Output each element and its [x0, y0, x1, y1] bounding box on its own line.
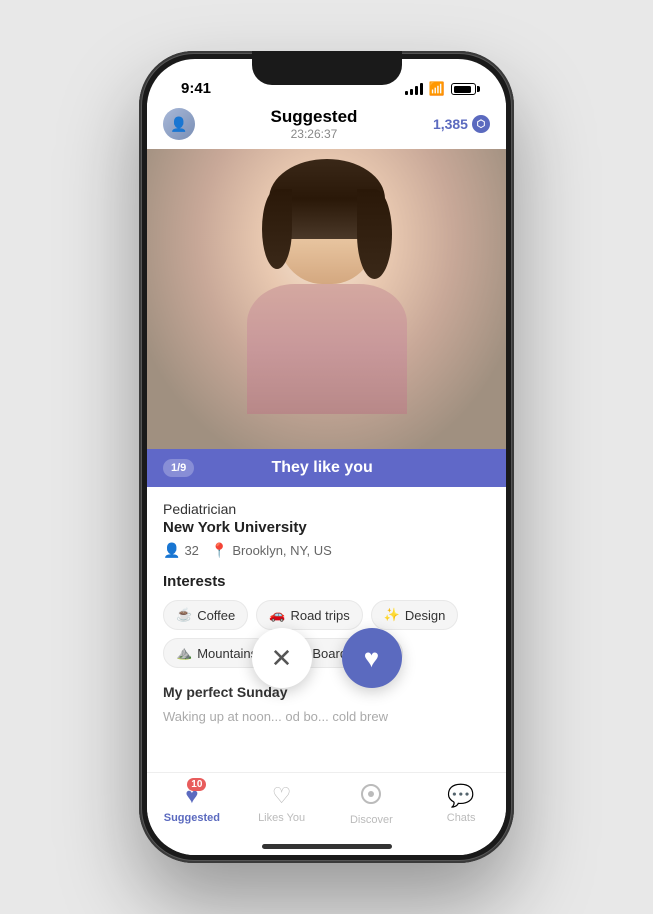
countdown-timer: 23:26:37	[271, 127, 358, 141]
signal-bars-icon	[405, 83, 423, 95]
like-banner: 1/9 They like you	[147, 449, 506, 487]
design-label: Design	[405, 608, 445, 623]
battery-icon	[451, 83, 476, 95]
roadtrips-emoji: 🚗	[269, 607, 285, 623]
chats-icon: 💬	[447, 783, 474, 809]
person-hair-right	[357, 189, 392, 279]
about-text: Waking up at noon... od bo... cold brew	[163, 707, 490, 727]
profile-image-container	[147, 149, 506, 449]
profession-label: Pediatrician	[163, 501, 490, 517]
content-area: 1/9 They like you Pediatrician New York …	[147, 149, 506, 818]
mountains-label: Mountains	[197, 646, 257, 661]
nav-item-suggested[interactable]: ♥ 10 Suggested	[147, 783, 237, 824]
nav-item-chats[interactable]: 💬 Chats	[416, 783, 506, 824]
home-indicator	[262, 844, 392, 849]
suggested-icon: ♥ 10	[185, 783, 198, 809]
pass-button[interactable]: ✕	[252, 628, 312, 688]
phone-frame: 9:41 📶 👤 Suggested 23:26:37 1,385	[139, 51, 514, 863]
roadtrips-label: Road trips	[290, 608, 349, 623]
wifi-icon: 📶	[429, 81, 445, 97]
status-time: 9:41	[181, 80, 211, 97]
coins-value: 1,385	[433, 116, 468, 132]
interest-tag-roadtrips: 🚗 Road trips	[256, 600, 362, 630]
location-value: Brooklyn, NY, US	[232, 543, 331, 558]
discover-icon	[360, 783, 382, 811]
app-header: 👤 Suggested 23:26:37 1,385 ⬡	[147, 103, 506, 149]
discover-label: Discover	[350, 814, 393, 826]
coins-display[interactable]: 1,385 ⬡	[433, 115, 490, 133]
phone-screen: 9:41 📶 👤 Suggested 23:26:37 1,385	[147, 59, 506, 855]
location-pin-icon: 📍	[211, 542, 228, 559]
person-hair-left	[262, 189, 292, 269]
interests-title: Interests	[163, 573, 490, 590]
page-title: Suggested	[271, 107, 358, 127]
profile-info: Pediatrician New York University 👤 32 📍 …	[147, 487, 506, 559]
nav-item-likes[interactable]: ♡ Likes You	[237, 783, 327, 824]
person-head	[277, 169, 377, 284]
interest-tag-coffee: ☕ Coffee	[163, 600, 248, 630]
like-button[interactable]: ♥	[342, 628, 402, 688]
age-icon: 👤	[163, 542, 180, 559]
coffee-emoji: ☕	[176, 607, 192, 623]
profile-meta: 👤 32 📍 Brooklyn, NY, US	[163, 542, 490, 559]
person-silhouette	[217, 169, 437, 449]
coffee-label: Coffee	[197, 608, 235, 623]
profile-photo	[147, 149, 506, 449]
likes-label: Likes You	[258, 812, 305, 824]
status-icons: 📶	[405, 81, 476, 97]
person-body	[247, 284, 407, 414]
suggested-badge: 10	[187, 778, 206, 791]
location-item: 📍 Brooklyn, NY, US	[211, 542, 332, 559]
suggested-label: Suggested	[164, 812, 220, 824]
action-buttons: ✕ ♥	[252, 628, 402, 688]
user-avatar[interactable]: 👤	[163, 108, 195, 140]
age-value: 32	[184, 543, 198, 558]
age-item: 👤 32	[163, 542, 199, 559]
mountains-emoji: ⛰️	[176, 645, 192, 661]
coin-icon: ⬡	[472, 115, 490, 133]
photo-counter: 1/9	[163, 459, 194, 477]
university-label: New York University	[163, 519, 490, 536]
bottom-nav: ♥ 10 Suggested ♡ Likes You Discover	[147, 772, 506, 855]
like-text: They like you	[271, 459, 372, 477]
likes-icon: ♡	[272, 783, 292, 809]
battery-fill	[454, 86, 471, 93]
interest-tag-design: ✨ Design	[371, 600, 459, 630]
notch	[252, 51, 402, 85]
chats-label: Chats	[447, 812, 476, 824]
header-center: Suggested 23:26:37	[271, 107, 358, 141]
design-emoji: ✨	[384, 607, 400, 623]
nav-item-discover[interactable]: Discover	[327, 783, 417, 826]
